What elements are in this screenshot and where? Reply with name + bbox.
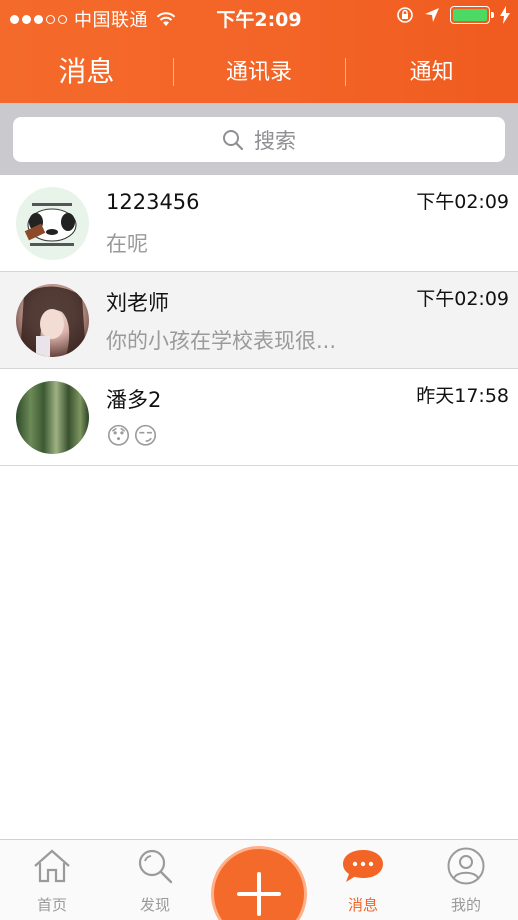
tab-notifications[interactable]: 通知 xyxy=(345,54,518,86)
conversation-time: 下午02:09 xyxy=(416,191,509,213)
profile-icon xyxy=(447,847,485,885)
tabbar-item-discover[interactable]: 发现 xyxy=(110,844,200,915)
conversation-name: 1223456 xyxy=(106,190,200,214)
tabbar-item-me[interactable]: 我的 xyxy=(421,844,511,915)
battery-icon xyxy=(450,6,494,24)
conversation-time: 下午02:09 xyxy=(416,288,509,310)
conversation-row[interactable]: 刘老师 你的小孩在学校表现很... 下午02:09 xyxy=(0,272,518,369)
tabbar-label: 发现 xyxy=(139,896,170,914)
conversation-preview: 在呢 xyxy=(106,232,148,256)
top-tabs: 消息 通讯录 通知 xyxy=(0,36,518,103)
tab-contacts[interactable]: 通讯录 xyxy=(172,54,346,86)
conversation-name: 潘多2 xyxy=(106,388,162,412)
conversation-row[interactable]: 1223456 在呢 下午02:09 xyxy=(0,175,518,272)
search-input[interactable]: 搜索 xyxy=(13,117,505,162)
conversation-preview: 你的小孩在学校表现很... xyxy=(106,329,337,353)
status-right xyxy=(396,6,510,24)
search-icon xyxy=(223,129,244,150)
plus-icon xyxy=(237,872,281,916)
home-icon xyxy=(34,849,70,883)
rotation-lock-icon xyxy=(397,7,413,23)
avatar xyxy=(16,381,89,454)
chat-bubble-icon xyxy=(343,850,383,882)
avatar xyxy=(16,187,89,260)
search-bar: 搜索 xyxy=(0,103,518,175)
tab-messages[interactable]: 消息 xyxy=(0,50,173,90)
header: 中国联通 下午2:09 消息 通讯录 通知 xyxy=(0,0,518,103)
tabbar-label: 我的 xyxy=(450,896,481,914)
conversation-row[interactable]: 潘多2 😯😏 昨天17:58 xyxy=(0,369,518,466)
charging-bolt-icon xyxy=(500,6,510,24)
search-placeholder: 搜索 xyxy=(254,128,296,153)
discover-search-icon xyxy=(138,849,173,884)
status-bar: 中国联通 下午2:09 xyxy=(0,0,518,32)
tabbar-item-home[interactable]: 首页 xyxy=(7,844,97,915)
tabbar-label: 首页 xyxy=(36,896,67,914)
avatar xyxy=(16,284,89,357)
tabbar-item-messages[interactable]: 消息 xyxy=(318,844,408,915)
location-arrow-icon xyxy=(425,8,439,22)
conversation-list: 1223456 在呢 下午02:09 刘老师 你的小孩在学校表现很... 下午0… xyxy=(0,175,518,466)
tabbar-label: 消息 xyxy=(347,896,378,914)
conversation-preview: 😯😏 xyxy=(106,422,161,450)
conversation-name: 刘老师 xyxy=(106,291,169,315)
conversation-time: 昨天17:58 xyxy=(416,385,509,407)
